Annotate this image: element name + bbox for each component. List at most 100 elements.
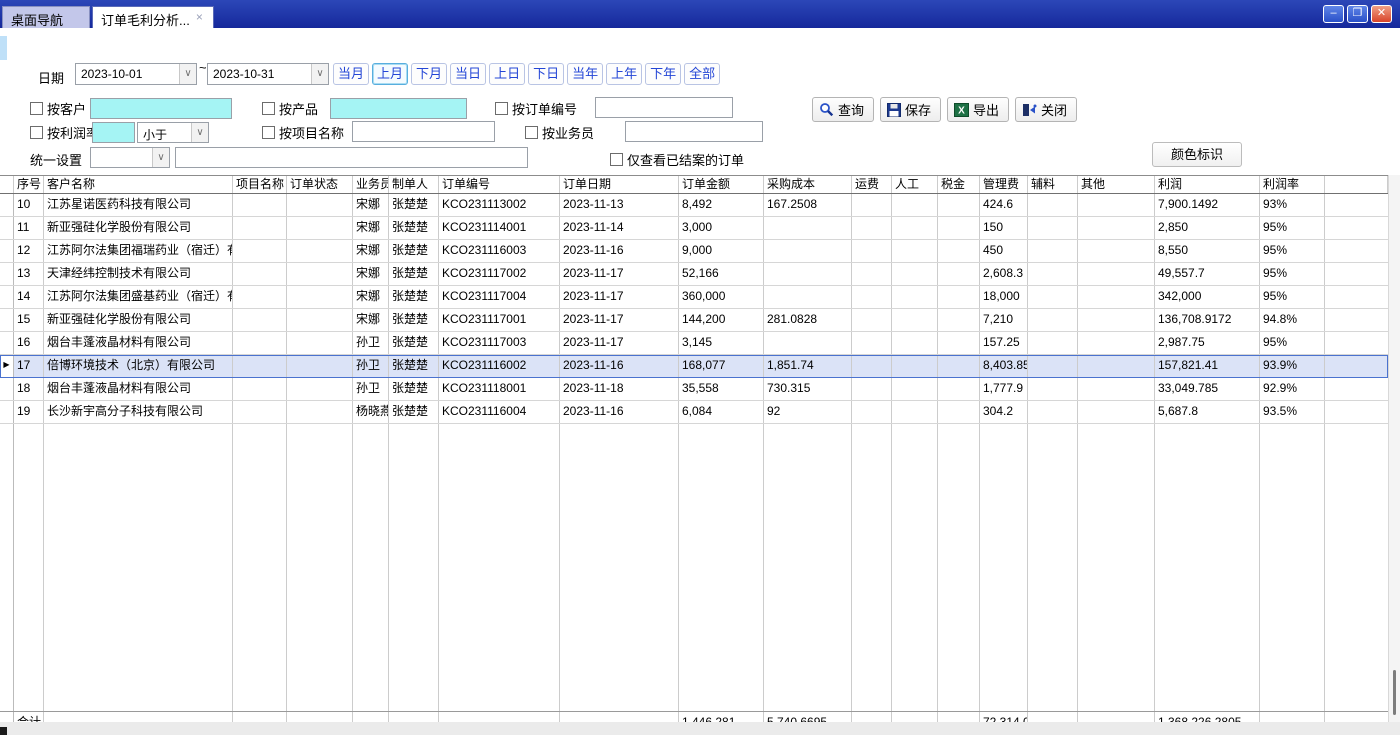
table-cell: 孙卫 (353, 355, 389, 377)
row-indicator (0, 712, 14, 722)
table-row[interactable]: 16烟台丰蓬液晶材料有限公司孙卫张楚楚KCO2311170032023-11-1… (0, 332, 1388, 355)
column-header[interactable]: 业务员 (353, 176, 389, 193)
chevron-down-icon[interactable]: ∨ (152, 148, 169, 167)
color-mark-button[interactable]: 颜色标识 (1152, 142, 1242, 167)
by-project-checkbox[interactable] (262, 126, 275, 139)
date-from-combo[interactable]: 2023-10-01 ∨ (75, 63, 197, 85)
scrollbar-thumb[interactable] (1393, 670, 1396, 715)
chevron-down-icon[interactable]: ∨ (311, 64, 328, 84)
table-cell: 张楚楚 (389, 355, 439, 377)
column-header[interactable]: 其他 (1078, 176, 1155, 193)
range-button[interactable]: 上年 (606, 63, 642, 85)
range-button[interactable]: 当年 (567, 63, 603, 85)
column-header[interactable]: 税金 (938, 176, 980, 193)
column-header[interactable]: 辅料 (1028, 176, 1078, 193)
table-row[interactable]: 11新亚强硅化学股份有限公司宋娜张楚楚KCO2311140012023-11-1… (0, 217, 1388, 240)
column-header[interactable]: 客户名称 (44, 176, 233, 193)
table-row[interactable]: 13天津经纬控制技术有限公司宋娜张楚楚KCO2311170022023-11-1… (0, 263, 1388, 286)
column-header[interactable]: 订单编号 (439, 176, 560, 193)
range-button[interactable]: 全部 (684, 63, 720, 85)
table-cell: 3,000 (679, 217, 764, 239)
column-header[interactable]: 运费 (852, 176, 892, 193)
table-cell: 烟台丰蓬液晶材料有限公司 (44, 378, 233, 400)
table-row[interactable]: 15新亚强硅化学股份有限公司宋娜张楚楚KCO2311170012023-11-1… (0, 309, 1388, 332)
tab-close-icon[interactable]: × (196, 10, 203, 24)
chevron-down-icon[interactable]: ∨ (191, 123, 208, 142)
query-button[interactable]: 查询 (812, 97, 874, 122)
table-cell: 江苏星诺医药科技有限公司 (44, 194, 233, 216)
column-header[interactable]: 订单状态 (287, 176, 353, 193)
table-cell: 19 (14, 401, 44, 423)
date-to-value: 2023-10-31 (208, 64, 311, 84)
by-customer-checkbox[interactable] (30, 102, 43, 115)
export-button[interactable]: X 导出 (947, 97, 1009, 122)
date-to-combo[interactable]: 2023-10-31 ∨ (207, 63, 329, 85)
range-button[interactable]: 下年 (645, 63, 681, 85)
table-cell (938, 424, 980, 711)
table-row[interactable]: 18烟台丰蓬液晶材料有限公司孙卫张楚楚KCO2311180012023-11-1… (0, 378, 1388, 401)
column-header[interactable]: 序号 (14, 176, 44, 193)
tab-desktop-nav[interactable]: 桌面导航 (2, 6, 90, 28)
column-header[interactable]: 订单日期 (560, 176, 679, 193)
profit-rate-operator-select[interactable]: 小于 ∨ (137, 122, 209, 143)
unified-setting-input[interactable] (175, 147, 528, 168)
column-header[interactable]: 人工 (892, 176, 938, 193)
column-header[interactable]: 项目名称 (233, 176, 287, 193)
table-cell (233, 355, 287, 377)
column-header[interactable]: 采购成本 (764, 176, 852, 193)
column-header[interactable]: 利润率 (1260, 176, 1325, 193)
table-cell: 8,403.85 (980, 355, 1028, 377)
close-form-button[interactable]: 关闭 (1015, 97, 1077, 122)
save-button[interactable]: 保存 (880, 97, 941, 122)
table-row[interactable]: ▶17倍博环境技术（北京）有限公司孙卫张楚楚KCO2311160022023-1… (0, 355, 1388, 378)
salesman-input[interactable] (625, 121, 763, 142)
table-row[interactable]: 14江苏阿尔法集团盛基药业（宿迁）有限公司宋娜张楚楚KCO23111700420… (0, 286, 1388, 309)
tab-order-profit-analysis[interactable]: 订单毛利分析... × (92, 6, 214, 28)
project-name-input[interactable] (352, 121, 495, 142)
table-row[interactable]: 10江苏星诺医药科技有限公司宋娜张楚楚KCO2311130022023-11-1… (0, 194, 1388, 217)
table-row[interactable]: 19长沙新宇高分子科技有限公司杨晓燕张楚楚KCO2311160042023-11… (0, 401, 1388, 424)
restore-icon[interactable]: ❐ (1347, 5, 1368, 23)
range-button[interactable]: 当日 (450, 63, 486, 85)
table-cell: 宋娜 (353, 217, 389, 239)
profit-rate-input[interactable] (92, 122, 135, 143)
table-cell: 江苏阿尔法集团福瑞药业（宿迁）有限公司 (44, 240, 233, 262)
column-header[interactable]: 利润 (1155, 176, 1260, 193)
tab-bar: 桌面导航 订单毛利分析... × – ❐ ✕ (0, 0, 1400, 28)
table-cell: 35,558 (679, 378, 764, 400)
export-label: 导出 (973, 100, 999, 119)
table-cell (852, 401, 892, 423)
unified-setting-label: 统一设置 (30, 150, 82, 169)
range-button[interactable]: 上日 (489, 63, 525, 85)
table-cell (938, 263, 980, 285)
by-salesman-checkbox[interactable] (525, 126, 538, 139)
minimize-icon[interactable]: – (1323, 5, 1344, 23)
table-cell (560, 424, 679, 711)
table-cell: 10 (14, 194, 44, 216)
row-indicator (0, 309, 14, 331)
column-header[interactable]: 管理费 (980, 176, 1028, 193)
closed-only-checkbox[interactable] (610, 153, 623, 166)
filler-cell (1325, 309, 1388, 331)
range-button[interactable]: 下月 (411, 63, 447, 85)
range-button[interactable]: 当月 (333, 63, 369, 85)
by-order-no-checkbox[interactable] (495, 102, 508, 115)
close-icon[interactable]: ✕ (1371, 5, 1392, 23)
vertical-scrollbar[interactable] (1388, 175, 1400, 722)
table-cell (852, 286, 892, 308)
product-input[interactable] (330, 98, 467, 119)
column-header[interactable]: 订单金额 (679, 176, 764, 193)
table-cell (1078, 194, 1155, 216)
bottom-left-mark (0, 727, 7, 735)
range-button[interactable]: 上月 (372, 63, 408, 85)
table-row[interactable]: 12江苏阿尔法集团福瑞药业（宿迁）有限公司宋娜张楚楚KCO23111600320… (0, 240, 1388, 263)
unified-setting-select[interactable]: ∨ (90, 147, 170, 168)
customer-input[interactable] (90, 98, 232, 119)
range-button[interactable]: 下日 (528, 63, 564, 85)
column-header[interactable]: 制单人 (389, 176, 439, 193)
search-icon (819, 102, 834, 117)
by-product-checkbox[interactable] (262, 102, 275, 115)
chevron-down-icon[interactable]: ∨ (179, 64, 196, 84)
order-no-input[interactable] (595, 97, 733, 118)
by-profit-rate-checkbox[interactable] (30, 126, 43, 139)
